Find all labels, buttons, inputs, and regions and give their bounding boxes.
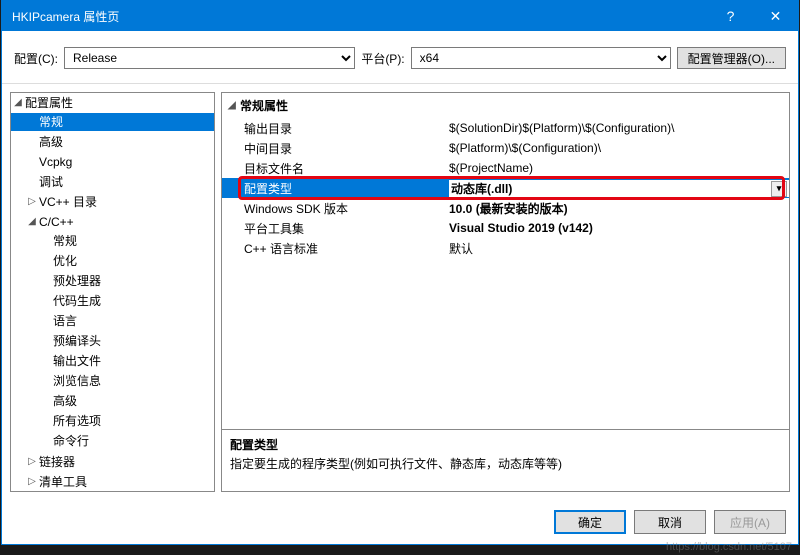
tree-item-debug[interactable]: 调试 (11, 173, 214, 191)
window-title: HKIPcamera 属性页 (12, 8, 708, 25)
tree-cpp-optimize[interactable]: 优化 (11, 252, 214, 270)
platform-select[interactable]: x64 (411, 47, 671, 69)
expand-icon: ▷ (25, 453, 39, 471)
tree-cpp-all[interactable]: 所有选项 (11, 412, 214, 430)
tree-cpp-preproc[interactable]: 预处理器 (11, 272, 214, 290)
titlebar[interactable]: HKIPcamera 属性页 ? ✕ (2, 1, 798, 31)
prop-row[interactable]: 输出目录$(SolutionDir)$(Platform)\$(Configur… (222, 118, 789, 138)
main-area: ◢ 配置属性 常规 高级 Vcpkg 调试 ▷VC++ 目录 ◢C/C++ 常规 (2, 84, 798, 500)
description-panel: 配置类型 指定要生成的程序类型(例如可执行文件、静态库，动态库等等) (221, 430, 790, 492)
config-select[interactable]: Release (64, 47, 355, 69)
config-manager-button[interactable]: 配置管理器(O)... (677, 47, 786, 69)
config-tree[interactable]: ◢ 配置属性 常规 高级 Vcpkg 调试 ▷VC++ 目录 ◢C/C++ 常规 (10, 92, 215, 492)
tree-item-vcpkg[interactable]: Vcpkg (11, 153, 214, 171)
prop-key: 平台工具集 (244, 220, 449, 237)
prop-row[interactable]: 平台工具集Visual Studio 2019 (v142) (222, 218, 789, 238)
collapse-icon: ◢ (25, 213, 39, 231)
tree-cpp-browse[interactable]: 浏览信息 (11, 372, 214, 390)
prop-value[interactable]: 10.0 (最新安装的版本) (449, 200, 789, 217)
prop-row[interactable]: 中间目录$(Platform)\$(Configuration)\ (222, 138, 789, 158)
collapse-icon: ◢ (11, 94, 25, 112)
tree-item-general[interactable]: 常规 (11, 113, 214, 131)
prop-row[interactable]: 配置类型动态库(.dll)▾ (222, 178, 789, 198)
prop-key: 输出目录 (244, 120, 449, 137)
tree-item-cpp[interactable]: ◢C/C++ (11, 213, 214, 231)
group-header[interactable]: ◢ 常规属性 (222, 93, 789, 118)
expand-icon: ▷ (25, 193, 39, 211)
prop-value[interactable]: $(Platform)\$(Configuration)\ (449, 141, 789, 155)
tree-item-advanced[interactable]: 高级 (11, 133, 214, 151)
config-row: 配置(C): Release 平台(P): x64 配置管理器(O)... (2, 31, 798, 84)
property-page-dialog: HKIPcamera 属性页 ? ✕ 配置(C): Release 平台(P):… (1, 0, 799, 545)
tree-root[interactable]: ◢ 配置属性 (11, 94, 214, 112)
prop-key: 中间目录 (244, 140, 449, 157)
tree-cpp-output[interactable]: 输出文件 (11, 352, 214, 370)
prop-row[interactable]: 目标文件名$(ProjectName) (222, 158, 789, 178)
button-row: 确定 取消 应用(A) (2, 500, 798, 544)
tree-cpp-cmdline[interactable]: 命令行 (11, 432, 214, 450)
prop-value[interactable]: $(ProjectName) (449, 161, 789, 175)
prop-value[interactable]: $(SolutionDir)$(Platform)\$(Configuratio… (449, 121, 789, 135)
prop-key: Windows SDK 版本 (244, 200, 449, 217)
tree-cpp-adv[interactable]: 高级 (11, 392, 214, 410)
description-title: 配置类型 (230, 436, 781, 453)
tree-item-manifest[interactable]: ▷清单工具 (11, 473, 214, 491)
description-text: 指定要生成的程序类型(例如可执行文件、静态库，动态库等等) (230, 455, 781, 472)
tree-cpp-general[interactable]: 常规 (11, 232, 214, 250)
tree-item-vcdirs[interactable]: ▷VC++ 目录 (11, 193, 214, 211)
config-label: 配置(C): (14, 50, 58, 67)
prop-row[interactable]: C++ 语言标准默认 (222, 238, 789, 258)
chevron-down-icon[interactable]: ▾ (771, 181, 787, 197)
property-grid[interactable]: ◢ 常规属性 输出目录$(SolutionDir)$(Platform)\$(C… (221, 92, 790, 430)
platform-label: 平台(P): (361, 50, 404, 67)
collapse-icon: ◢ (228, 100, 240, 111)
prop-key: 配置类型 (244, 180, 449, 197)
cancel-button[interactable]: 取消 (634, 510, 706, 534)
help-button[interactable]: ? (708, 1, 753, 31)
apply-button[interactable]: 应用(A) (714, 510, 786, 534)
tree-item-linker[interactable]: ▷链接器 (11, 453, 214, 471)
tree-cpp-codegen[interactable]: 代码生成 (11, 292, 214, 310)
close-button[interactable]: ✕ (753, 1, 798, 31)
prop-value[interactable]: 动态库(.dll)▾ (449, 180, 789, 197)
prop-value[interactable]: 默认 (449, 240, 789, 257)
prop-value[interactable]: Visual Studio 2019 (v142) (449, 221, 789, 235)
expand-icon: ▷ (25, 473, 39, 491)
ok-button[interactable]: 确定 (554, 510, 626, 534)
prop-key: 目标文件名 (244, 160, 449, 177)
prop-key: C++ 语言标准 (244, 240, 449, 257)
prop-row[interactable]: Windows SDK 版本10.0 (最新安装的版本) (222, 198, 789, 218)
tree-cpp-lang[interactable]: 语言 (11, 312, 214, 330)
tree-cpp-pch[interactable]: 预编译头 (11, 332, 214, 350)
right-pane: ◢ 常规属性 输出目录$(SolutionDir)$(Platform)\$(C… (221, 92, 790, 492)
